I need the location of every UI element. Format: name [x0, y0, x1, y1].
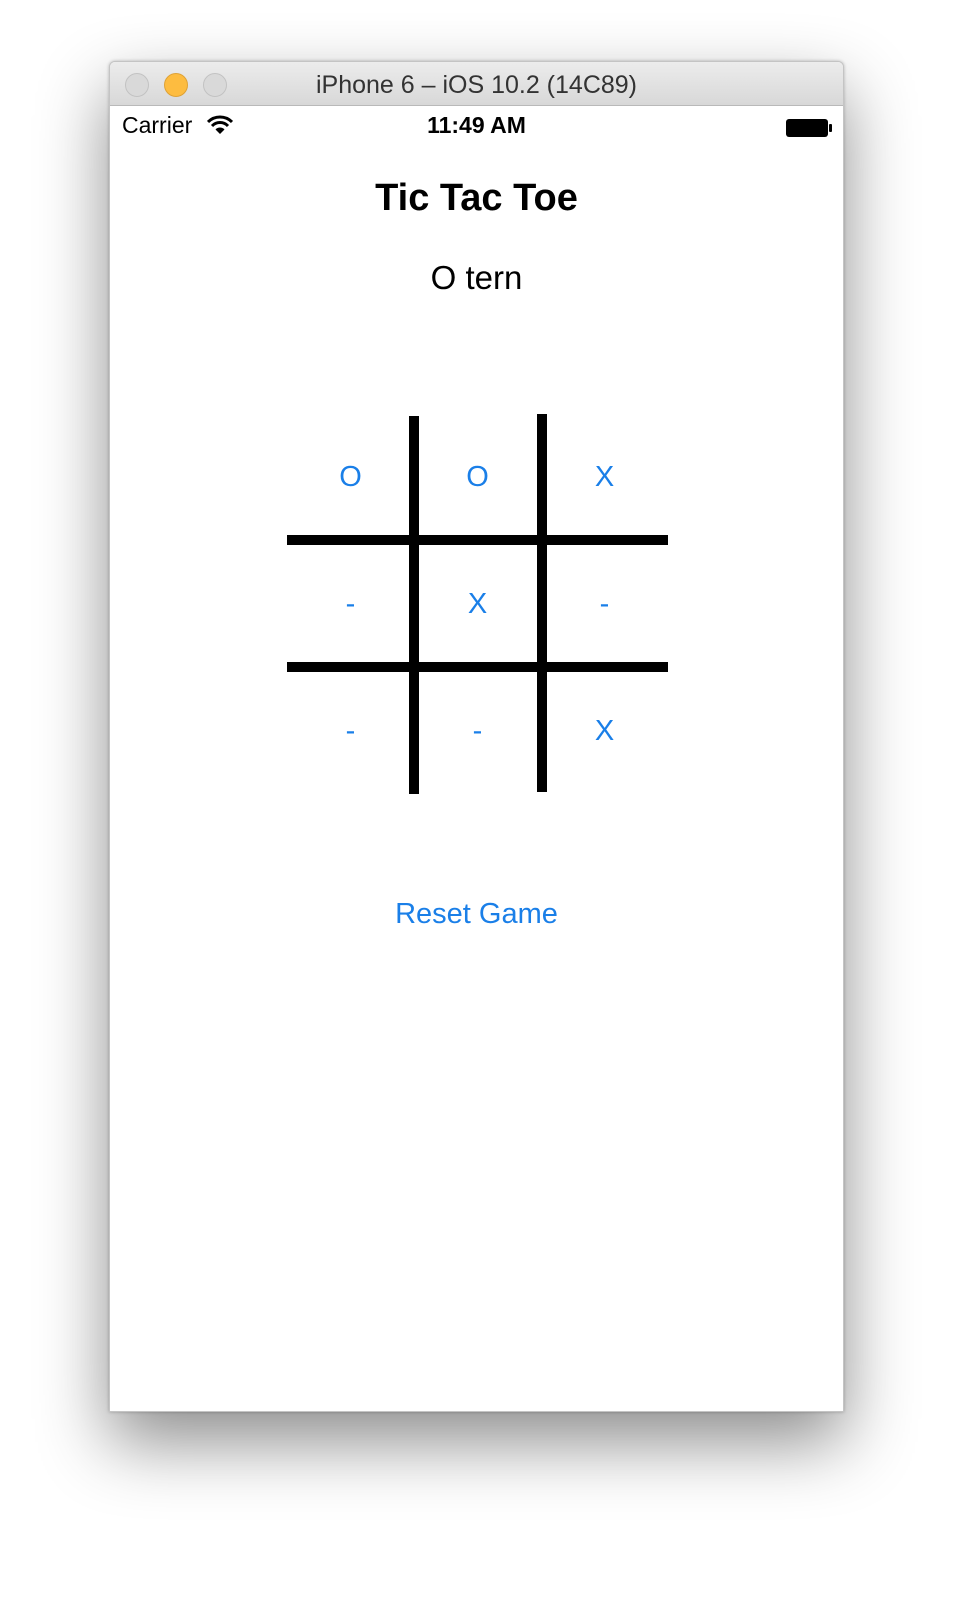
window-title: iPhone 6 – iOS 10.2 (14C89)	[315, 71, 638, 99]
battery-icon	[786, 119, 832, 137]
reset-game-button[interactable]: Reset Game	[110, 898, 843, 931]
board-cell-r1c3[interactable]: X	[541, 414, 668, 541]
board-cell-r3c1[interactable]: -	[287, 668, 414, 795]
window-titlebar[interactable]: iPhone 6 – iOS 10.2 (14C89)	[110, 62, 843, 106]
status-bar: Carrier 11:49 AM	[110, 106, 843, 148]
game-board: O O X - X - - - X	[287, 414, 668, 794]
board-cell-r1c2[interactable]: O	[414, 414, 541, 541]
board-cell-r1c1[interactable]: O	[287, 414, 414, 541]
app-title: Tic Tac Toe	[375, 177, 578, 219]
status-time: 11:49 AM	[427, 112, 526, 138]
board-cell-r3c2[interactable]: -	[414, 668, 541, 795]
simulator-window: iPhone 6 – iOS 10.2 (14C89) Carrier 11:4…	[109, 61, 844, 1412]
board-cell-r2c3[interactable]: -	[541, 541, 668, 668]
board-cell-r3c3[interactable]: X	[541, 668, 668, 795]
board-cell-r2c1[interactable]: -	[287, 541, 414, 668]
board-cell-r2c2[interactable]: X	[414, 541, 541, 668]
turn-indicator: O tern	[430, 259, 523, 296]
